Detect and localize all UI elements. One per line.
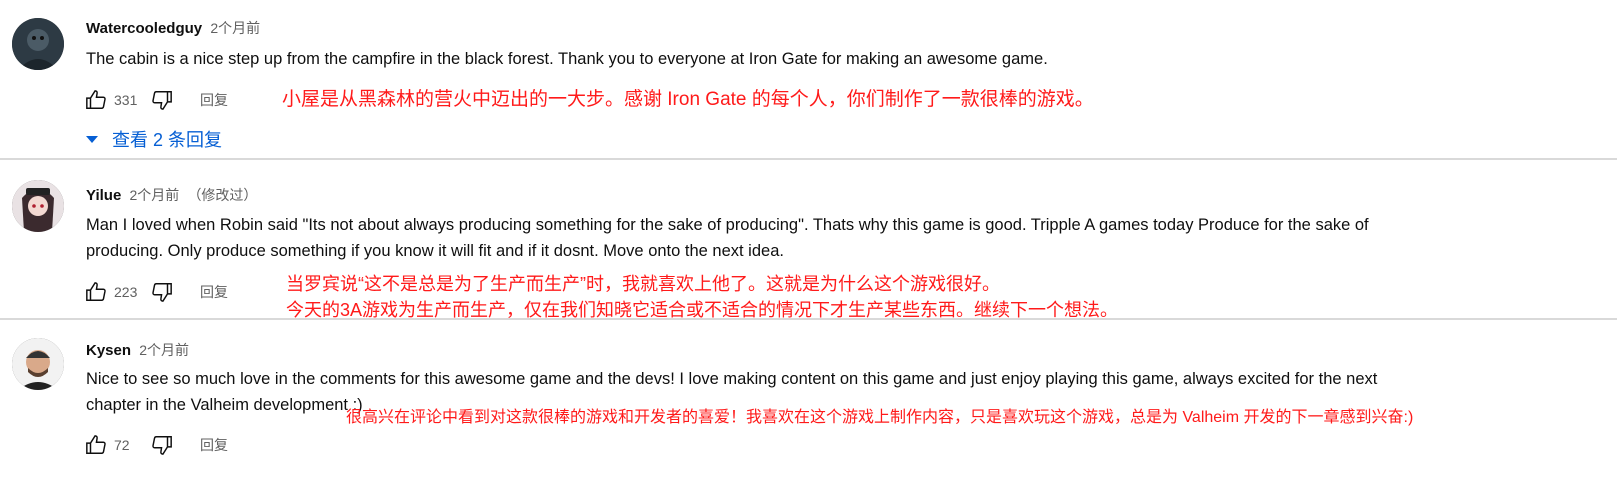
comment-time[interactable]: 2个月前 <box>129 187 179 203</box>
comment-text: The cabin is a nice step up from the cam… <box>86 50 1048 68</box>
comment-header: Watercooledguy 2个月前 <box>86 18 260 38</box>
thumb-up-icon <box>86 282 106 301</box>
thumb-down-icon <box>152 91 172 110</box>
avatar[interactable] <box>12 338 64 390</box>
divider <box>0 158 1617 160</box>
edited-label: （修改过） <box>187 187 258 203</box>
translation-annotation: 当罗宾说“这不是总是为了生产而生产”时，我就喜欢上他了。这就是为什么这个游戏很好… <box>286 274 1000 294</box>
like-count: 223 <box>114 284 138 300</box>
like-button[interactable] <box>82 431 110 459</box>
comment-actions: 331 回复 <box>82 86 228 114</box>
author-name[interactable]: Kysen <box>86 342 131 359</box>
like-count: 72 <box>114 437 130 453</box>
like-count: 331 <box>114 92 138 108</box>
thumb-up-icon <box>86 90 106 109</box>
like-button[interactable] <box>82 278 110 306</box>
author-name[interactable]: Watercooledguy <box>86 20 202 37</box>
comment-text-line: Nice to see so much love in the comments… <box>86 370 1378 388</box>
comment-time[interactable]: 2个月前 <box>210 20 260 36</box>
thumb-up-icon <box>86 435 106 454</box>
dislike-button[interactable] <box>148 431 176 459</box>
reply-button[interactable]: 回复 <box>200 282 228 302</box>
dislike-button[interactable] <box>148 278 176 306</box>
comment-text: Man I loved when Robin said "Its not abo… <box>86 212 1586 264</box>
comment-header: Yilue 2个月前 （修改过） <box>86 185 257 205</box>
avatar[interactable] <box>12 18 64 70</box>
comment-text-line: Man I loved when Robin said "Its not abo… <box>86 216 1369 234</box>
translation-annotation: 很高兴在评论中看到对这款很棒的游戏和开发者的喜爱！我喜欢在这个游戏上制作内容，只… <box>346 409 1414 426</box>
dislike-button[interactable] <box>148 86 176 114</box>
view-replies-label: 查看 2 条回复 <box>112 130 223 150</box>
chevron-down-icon <box>86 135 98 143</box>
reply-button[interactable]: 回复 <box>200 90 228 110</box>
translation-annotation: 小屋是从黑森林的营火中迈出的一大步。感谢 Iron Gate 的每个人，你们制作… <box>282 89 1094 110</box>
comment-time[interactable]: 2个月前 <box>139 342 189 358</box>
view-replies-button[interactable]: 查看 2 条回复 <box>82 126 222 152</box>
author-name[interactable]: Yilue <box>86 187 121 204</box>
thumb-down-icon <box>152 436 172 455</box>
divider <box>0 318 1617 320</box>
comment-header: Kysen 2个月前 <box>86 340 189 360</box>
comment-text-line: producing. Only produce something if you… <box>86 242 784 260</box>
thumb-down-icon <box>152 283 172 302</box>
comment-actions: 223 回复 <box>82 278 228 306</box>
like-button[interactable] <box>82 86 110 114</box>
reply-button[interactable]: 回复 <box>200 435 228 455</box>
comment-actions: 72 回复 <box>82 431 228 459</box>
avatar[interactable] <box>12 180 64 232</box>
